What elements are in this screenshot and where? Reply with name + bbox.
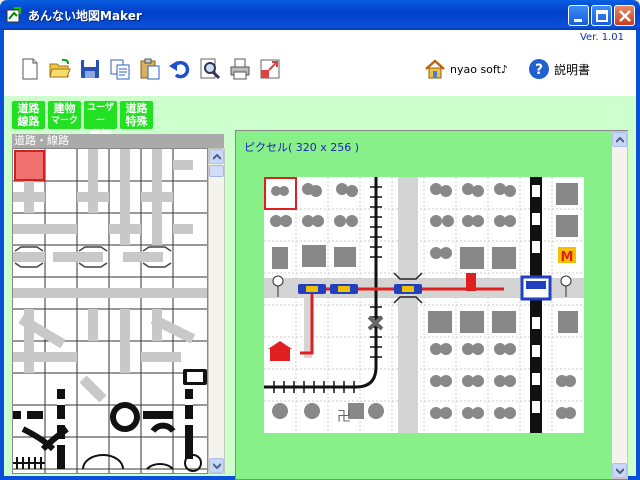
client-area: Ver. 1.01 nyao soft♪ ? 説明書 道路 線路 建物 マーク … xyxy=(4,30,636,480)
help-manual-label: 説明書 xyxy=(554,62,591,77)
paste-icon[interactable] xyxy=(138,57,162,81)
open-icon[interactable] xyxy=(48,57,72,81)
tab-label: 特殊 xyxy=(125,115,148,128)
copy-icon[interactable] xyxy=(108,57,132,81)
title-bar[interactable]: あんない地図Maker xyxy=(0,0,640,30)
minimize-button[interactable] xyxy=(568,5,589,26)
tab-building-mark[interactable]: 建物 マーク xyxy=(48,101,81,129)
help-icon: ? xyxy=(529,59,549,79)
work-area: 道路 線路 建物 マーク ユーザー 登録 道路 特殊 道路・線路 xyxy=(4,96,636,480)
save-icon[interactable] xyxy=(78,57,102,81)
maximize-button[interactable] xyxy=(591,5,612,26)
palette-scrollbar[interactable] xyxy=(208,148,225,474)
undo-icon[interactable] xyxy=(168,57,192,81)
tab-road-rail[interactable]: 道路 線路 xyxy=(12,101,45,129)
svg-text:M: M xyxy=(561,250,574,265)
tab-label: マーク xyxy=(50,116,78,126)
nyao-soft-link[interactable]: nyao soft♪ xyxy=(424,56,508,82)
scroll-up-button[interactable] xyxy=(209,149,224,164)
home-icon xyxy=(425,59,445,79)
window-title: あんない地図Maker xyxy=(28,9,142,23)
svg-text:?: ? xyxy=(535,62,543,78)
close-button[interactable] xyxy=(614,5,635,26)
tab-label: 道路 xyxy=(125,102,148,115)
print-icon[interactable] xyxy=(228,57,252,81)
scroll-down-button[interactable] xyxy=(209,458,224,473)
tab-user-registered[interactable]: ユーザー 登録 xyxy=(84,101,117,141)
palette-tiles[interactable] xyxy=(13,149,208,474)
map-view[interactable]: ピクセル( 320 x 256 ) M 卍 xyxy=(235,130,628,480)
tab-label: 線路 xyxy=(17,115,40,128)
nyao-soft-label: nyao soft♪ xyxy=(450,62,508,76)
app-icon xyxy=(6,7,21,23)
svg-text:卍: 卍 xyxy=(337,409,351,425)
zoom-icon[interactable] xyxy=(198,57,222,81)
resize-icon[interactable] xyxy=(258,57,282,81)
map-drawing[interactable]: M 卍 xyxy=(264,177,584,433)
scroll-thumb[interactable] xyxy=(209,165,224,177)
palette-header: 道路・線路 xyxy=(12,134,224,148)
map-canvas[interactable]: M 卍 xyxy=(264,177,584,433)
new-icon[interactable] xyxy=(18,57,42,81)
tab-label: ユーザー xyxy=(87,103,114,126)
map-vertical-scrollbar[interactable] xyxy=(611,131,628,479)
version-label: Ver. 1.01 xyxy=(579,32,624,43)
palette-panel[interactable] xyxy=(12,148,208,474)
tab-label: 建物 xyxy=(53,102,76,115)
scroll-up-button[interactable] xyxy=(612,132,627,147)
scroll-down-button[interactable] xyxy=(612,463,627,478)
help-manual-link[interactable]: ? 説明書 xyxy=(528,56,590,82)
canvas-size-label: ピクセル( 320 x 256 ) xyxy=(244,141,360,154)
tab-road-special[interactable]: 道路 特殊 xyxy=(120,101,153,129)
tab-label: 道路 xyxy=(17,102,40,115)
